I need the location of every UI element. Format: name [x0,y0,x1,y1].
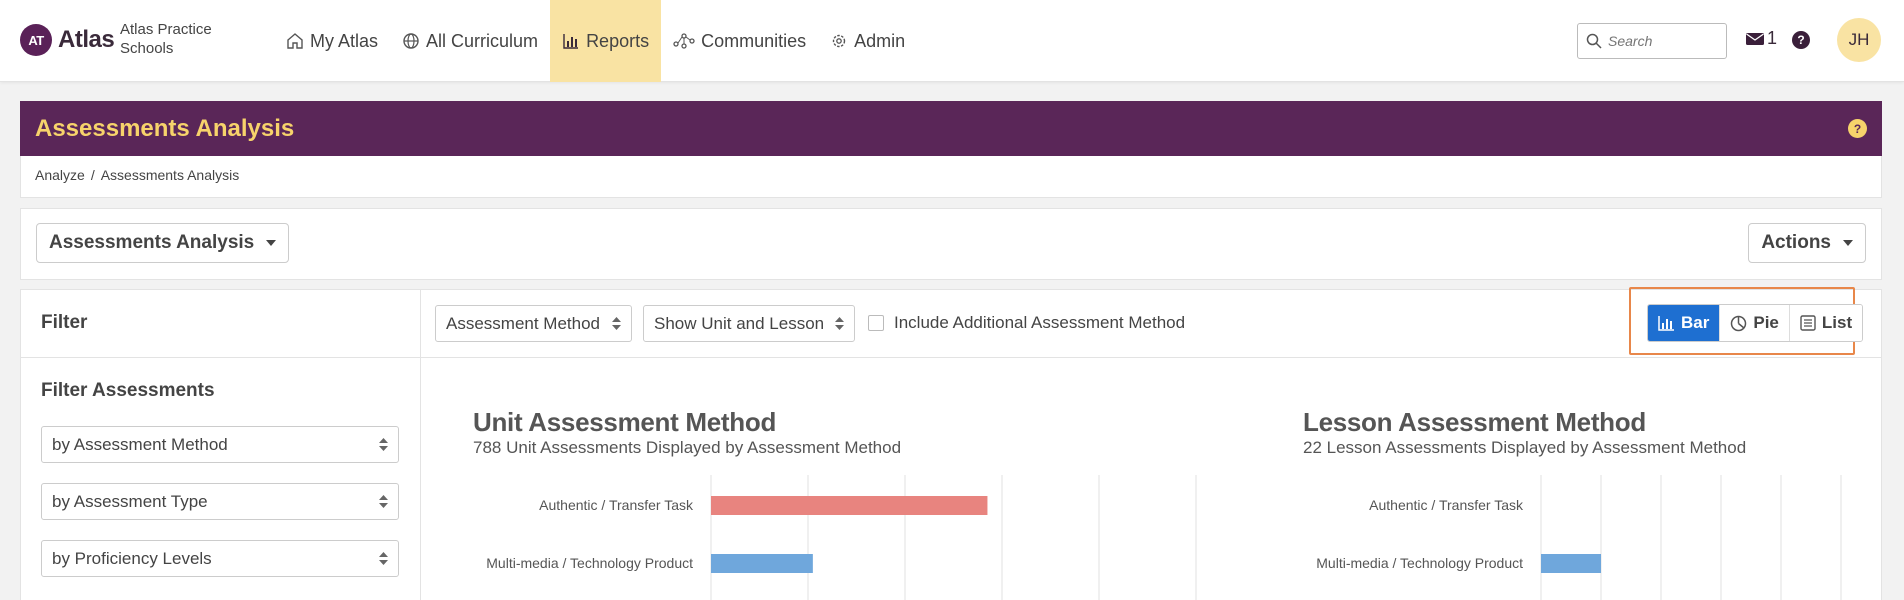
report-select-label: Assessments Analysis [49,232,255,253]
pie-chart-icon [1731,315,1747,331]
category-label: Authentic / Transfer Task [539,497,694,513]
envelope-icon [1746,32,1764,45]
select-value: by Assessment Method [52,435,228,454]
page-header: Assessments Analysis ? [20,101,1882,156]
bar[interactable] [1541,554,1601,573]
actions-label: Actions [1761,232,1831,253]
select-value: by Assessment Type [52,492,208,511]
select-value: by Proficiency Levels [52,549,212,568]
unit-chart-subtitle: 788 Unit Assessments Displayed by Assess… [473,438,902,457]
category-label: Multi-media / Technology Product [486,555,693,571]
unit-assessment-chart: Authentic / Transfer Task Multi-media / T… [486,475,1197,600]
network-icon [673,33,695,49]
filter-assessments-heading: Filter Assessments [41,380,215,401]
show-scope-select[interactable]: Show Unit and Lesson [643,305,855,342]
top-navigation: AT Atlas Atlas Practice Schools My Atlas… [0,0,1904,82]
nav-item-reports[interactable]: Reports [550,0,662,82]
bar[interactable] [711,554,813,573]
bar[interactable] [711,496,988,515]
home-icon [287,33,303,49]
view-toggle-group: Bar Pie List [1647,304,1864,342]
view-bar-label: Bar [1681,313,1710,332]
category-label: Multi-media / Technology Product [1316,555,1523,571]
nav-item-all-curriculum[interactable]: All Curriculum [390,0,550,82]
view-pie-label: Pie [1753,313,1779,332]
nav-label: All Curriculum [426,30,539,51]
view-bar-button[interactable]: Bar [1648,305,1720,341]
messages-count: 1 [1767,28,1778,48]
unit-chart-title: Unit Assessment Method [473,407,777,437]
atlas-logo[interactable]: AT Atlas [20,24,115,56]
nav-item-communities[interactable]: Communities [661,0,818,82]
gear-icon [832,34,846,48]
breadcrumb-current: Assessments Analysis [100,167,240,183]
sort-arrows-icon [835,317,844,330]
sort-arrows-icon [379,438,388,451]
nav-item-my-atlas[interactable]: My Atlas [274,0,390,82]
search-icon [1586,33,1602,49]
main-nav: My Atlas All Curriculum Reports Communit… [274,0,917,82]
nav-label: Reports [586,30,650,51]
logo-word: Atlas [58,26,115,53]
select-value: Assessment Method [446,314,601,333]
actions-dropdown[interactable]: Actions [1748,223,1866,263]
nav-label: Admin [854,30,906,51]
chart-panel: Assessment Method Show Unit and Lesson I… [421,287,1882,600]
sort-arrows-icon [379,552,388,565]
caret-down-icon [1843,240,1853,246]
search-box[interactable] [1577,23,1727,59]
filter-panel: Filter Filter Assessments by Assessment … [20,289,421,600]
breadcrumb-link-analyze[interactable]: Analyze [35,167,85,183]
user-avatar[interactable]: JH [1837,18,1881,62]
select-value: Show Unit and Lesson [654,314,825,333]
report-select-dropdown[interactable]: Assessments Analysis [36,223,290,263]
help-icon[interactable]: ? [1792,31,1810,49]
sort-arrows-icon [612,317,621,330]
page-help-icon[interactable]: ? [1848,119,1867,138]
bar-chart-icon [563,34,579,49]
list-icon [1800,315,1816,331]
filter-assessment-type-select[interactable]: by Assessment Type [41,483,399,520]
nav-label: My Atlas [310,30,379,51]
include-additional-method-checkbox[interactable]: Include Additional Assessment Method [868,313,1185,333]
globe-icon [403,33,419,49]
bar-chart-icon [1658,316,1674,331]
breadcrumb-separator: / [90,167,95,183]
chart-controls: Assessment Method Show Unit and Lesson I… [421,287,1881,358]
messages-button[interactable]: 1 [1745,28,1777,49]
lesson-chart-subtitle: 22 Lesson Assessments Displayed by Asses… [1303,438,1747,457]
lesson-chart-title: Lesson Assessment Method [1303,407,1646,437]
filter-assessment-method-select[interactable]: by Assessment Method [41,426,399,463]
search-input[interactable] [1608,33,1718,49]
page-title: Assessments Analysis [35,115,295,142]
checkbox-box[interactable] [868,315,884,331]
school-name: Atlas Practice Schools [120,21,212,57]
checkbox-label: Include Additional Assessment Method [894,313,1186,332]
lesson-assessment-chart: Authentic / Transfer Task Multi-media / T… [1316,475,1842,600]
nav-label: Communities [701,30,807,51]
breadcrumb: Analyze / Assessments Analysis [20,156,1882,198]
filter-title: Filter [21,290,420,358]
view-list-button[interactable]: List [1788,305,1863,341]
logo-mark: AT [20,24,52,56]
category-label: Authentic / Transfer Task [1369,497,1524,513]
view-list-label: List [1821,313,1853,332]
group-by-select[interactable]: Assessment Method [435,305,632,342]
filter-proficiency-levels-select[interactable]: by Proficiency Levels [41,540,399,577]
sort-arrows-icon [379,495,388,508]
report-toolbar: Assessments Analysis Actions [20,208,1882,280]
caret-down-icon [266,240,277,246]
view-pie-button[interactable]: Pie [1719,305,1789,341]
nav-item-admin[interactable]: Admin [818,0,917,82]
